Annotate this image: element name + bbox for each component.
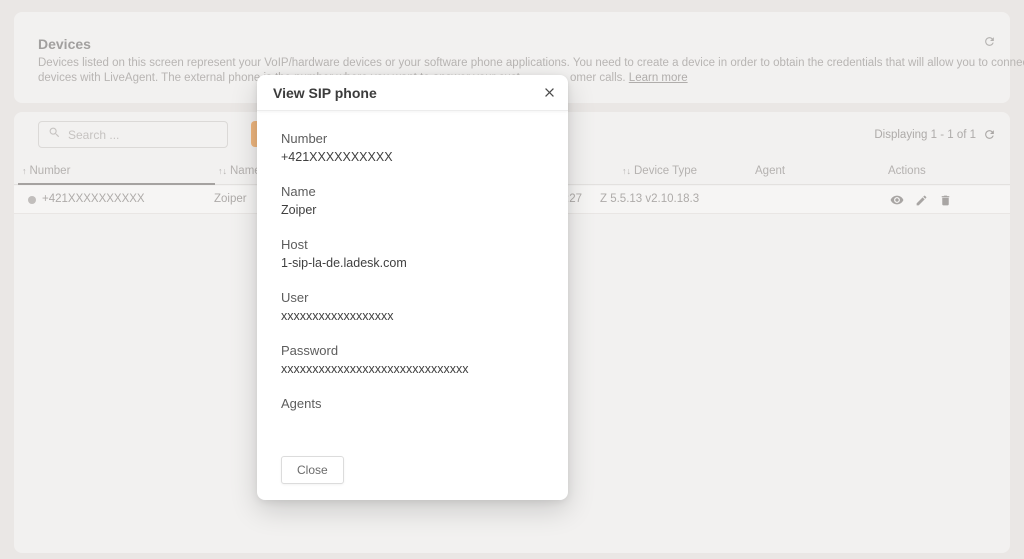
page-description-line1: Devices listed on this screen represent … [38, 57, 1024, 69]
close-icon[interactable] [542, 85, 557, 100]
displaying-count: Displaying 1 - 1 of 1 [874, 129, 976, 141]
close-button[interactable]: Close [281, 456, 344, 484]
column-header-agent[interactable]: Agent [755, 165, 785, 177]
field-value: 1-sip-la-de.ladesk.com [281, 256, 544, 270]
field-host: Host 1-sip-la-de.ladesk.com [281, 237, 544, 270]
pencil-icon[interactable] [915, 194, 928, 207]
field-label: Password [281, 343, 544, 358]
refresh-list-icon[interactable] [983, 128, 996, 141]
page-description-line2-tail: omer calls. [570, 72, 629, 84]
column-header-device-type[interactable]: ↑↓Device Type [622, 165, 697, 177]
field-label: Host [281, 237, 544, 252]
field-name: Name Zoiper [281, 184, 544, 217]
modal-title: View SIP phone [273, 85, 377, 101]
page-title: Devices [38, 36, 91, 52]
field-value: xxxxxxxxxxxxxxxxxxxxxxxxxxxxxx [281, 362, 544, 376]
field-password: Password xxxxxxxxxxxxxxxxxxxxxxxxxxxxxx [281, 343, 544, 376]
cell-device-type: Z 5.5.13 v2.10.18.3 [600, 193, 699, 205]
field-value: +421XXXXXXXXXX [281, 150, 544, 164]
device-status-dot [28, 196, 36, 204]
view-sip-phone-modal: View SIP phone Number +421XXXXXXXXXX Nam… [257, 75, 568, 500]
sort-icon: ↑↓ [622, 166, 631, 176]
cell-number: +421XXXXXXXXXX [42, 193, 145, 205]
cell-name: Zoiper [214, 193, 247, 205]
field-agents: Agents [281, 396, 544, 411]
field-label: Number [281, 131, 544, 146]
field-user: User xxxxxxxxxxxxxxxxxx [281, 290, 544, 323]
refresh-icon[interactable] [983, 35, 996, 48]
field-number: Number +421XXXXXXXXXX [281, 131, 544, 164]
field-value: Zoiper [281, 203, 544, 217]
learn-more-link[interactable]: Learn more [629, 72, 688, 84]
modal-footer: Close [257, 431, 568, 484]
trash-icon[interactable] [939, 194, 952, 207]
sort-asc-icon: ↑ [22, 166, 27, 176]
field-label: Agents [281, 396, 544, 411]
column-header-name[interactable]: ↑↓Name [218, 165, 261, 177]
modal-header: View SIP phone [257, 75, 568, 111]
eye-icon[interactable] [890, 193, 904, 207]
field-label: Name [281, 184, 544, 199]
sort-icon: ↑↓ [218, 166, 227, 176]
field-label: User [281, 290, 544, 305]
page-description-line2-end: omer calls. Learn more [570, 72, 688, 84]
sorted-column-underline [18, 183, 215, 185]
field-value: xxxxxxxxxxxxxxxxxx [281, 309, 544, 323]
column-header-number[interactable]: ↑Number [22, 165, 70, 177]
modal-body: Number +421XXXXXXXXXX Name Zoiper Host 1… [257, 111, 568, 411]
search-input[interactable] [68, 128, 218, 142]
search-icon [48, 126, 61, 144]
search-box[interactable] [38, 121, 228, 148]
column-header-actions: Actions [888, 165, 926, 177]
row-actions [890, 186, 952, 214]
